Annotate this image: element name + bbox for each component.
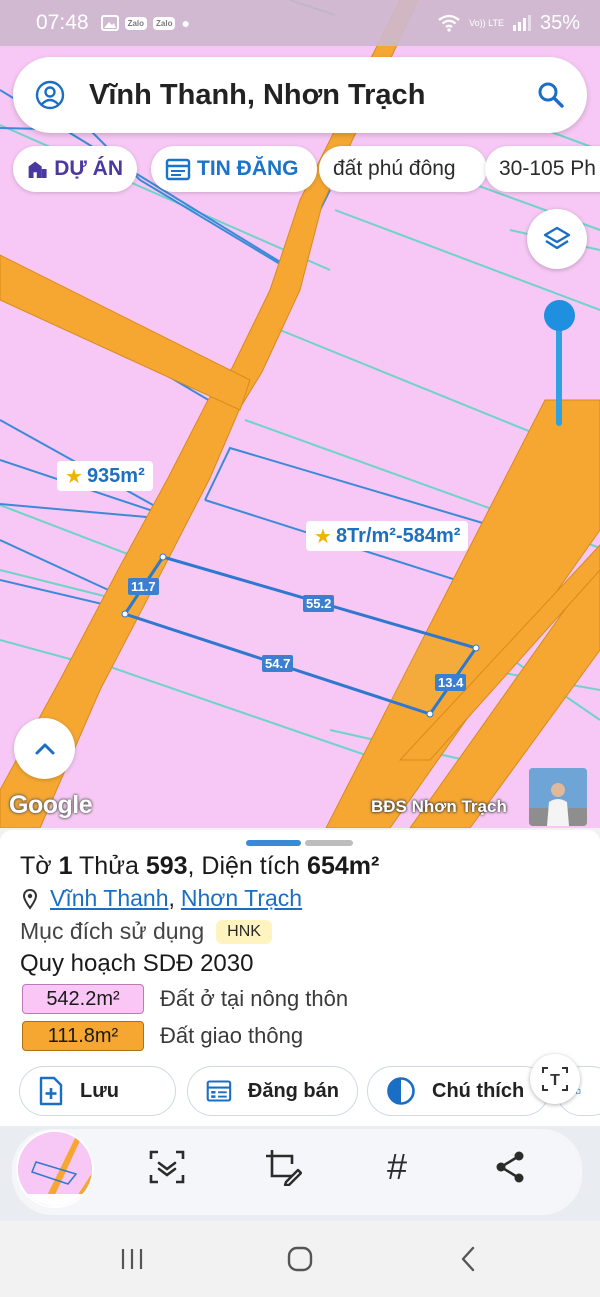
avatar[interactable] — [529, 768, 587, 826]
calendar-list-icon — [165, 158, 191, 181]
purpose-badge: HNK — [216, 919, 272, 944]
layers-icon — [543, 226, 571, 250]
edit-crop-button[interactable] — [262, 1146, 304, 1188]
area-item: 542.2m² Đất ở tại nông thôn — [22, 984, 348, 1014]
to-label: Tờ — [20, 852, 52, 880]
wifi-icon — [438, 14, 460, 32]
back-button[interactable] — [448, 1239, 488, 1279]
post-sale-button-label: Đăng bán — [247, 1079, 339, 1102]
recents-button[interactable] — [112, 1239, 152, 1279]
search-bar[interactable]: Vĩnh Thanh, Nhơn Trạch — [13, 57, 587, 133]
share-button[interactable] — [489, 1146, 531, 1188]
location-separator: , — [168, 885, 175, 911]
hashtag-button[interactable]: # — [376, 1146, 418, 1188]
legend-button-label: Chú thích — [432, 1079, 525, 1102]
map-tag-area[interactable]: ★ 935m² — [57, 461, 153, 491]
signal-icon — [512, 15, 531, 31]
save-button-label: Lưu — [80, 1079, 119, 1102]
sheet-handle-inactive[interactable] — [305, 840, 353, 846]
chip-du-an-label: DỰ ÁN — [54, 157, 123, 180]
half-circle-icon — [387, 1077, 415, 1105]
home-icon — [287, 1246, 313, 1272]
map-tag-price[interactable]: ★ 8Tr/m²-584m² — [306, 521, 469, 551]
save-button[interactable]: Lưu — [19, 1066, 176, 1116]
scan-text-icon — [149, 1150, 185, 1184]
expand-up-button[interactable] — [14, 718, 75, 779]
sheet-handle-active[interactable] — [246, 840, 301, 846]
filter-chips: DỰ ÁN TIN ĐĂNG đất phú đông 30-105 Ph — [13, 146, 600, 194]
google-logo: Google — [9, 791, 93, 819]
purpose-label: Mục đích sử dụng — [20, 918, 205, 944]
chip-search-history-1-label: đất phú đông — [333, 157, 456, 180]
chip-tin-dang[interactable]: TIN ĐĂNG — [151, 146, 317, 192]
chevron-up-icon — [35, 743, 54, 754]
area-item: 111.8m² Đất giao thông — [22, 1021, 303, 1051]
chip-search-history-2[interactable]: 30-105 Ph — [485, 146, 600, 192]
status-time: 07:48 — [36, 11, 89, 34]
opacity-slider-track[interactable] — [556, 316, 562, 426]
edge-measure-left: 11.7 — [128, 578, 159, 595]
more-notifications-dot: ● — [181, 15, 190, 31]
chip-search-history-1[interactable]: đất phú đông — [319, 146, 487, 192]
map-watermark: BĐS Nhơn Trạch — [371, 797, 507, 816]
search-icon[interactable] — [537, 81, 565, 109]
share-icon — [496, 1151, 524, 1183]
building-icon — [28, 161, 47, 178]
plan-title: Quy hoạch SDĐ 2030 — [20, 950, 254, 977]
edit-crop-icon — [266, 1150, 302, 1186]
map-tag-area-label: 935m² — [86, 464, 145, 487]
chip-du-an[interactable]: DỰ ÁN — [13, 146, 137, 192]
district-link[interactable]: Nhơn Trạch — [181, 885, 302, 912]
edge-measure-bottom: 54.7 — [262, 655, 294, 672]
location-pin-icon — [22, 888, 38, 910]
chip-tin-dang-label: TIN ĐĂNG — [197, 157, 299, 180]
star-icon: ★ — [314, 525, 332, 548]
user-circle-icon[interactable] — [35, 80, 65, 110]
gallery-icon — [100, 15, 119, 31]
add-doc-icon — [39, 1076, 63, 1106]
chip-search-history-2-label: 30-105 Ph — [499, 157, 596, 180]
area-value: 654m² — [307, 852, 380, 880]
zalo-notification-icon: Zalo — [153, 16, 176, 30]
back-icon — [461, 1246, 475, 1272]
status-right-group: Vo)) LTE 35% — [437, 12, 580, 35]
battery-percent: 35% — [539, 11, 580, 34]
screenshot-thumbnail[interactable] — [16, 1130, 94, 1208]
area-type-label: Đất ở tại nông thôn — [160, 986, 349, 1011]
thua-label: Thửa — [79, 852, 139, 880]
text-button-letter: T — [550, 1072, 560, 1089]
layers-button[interactable] — [527, 209, 587, 269]
recents-icon — [121, 1249, 143, 1269]
search-query[interactable]: Vĩnh Thanh, Nhơn Trạch — [89, 79, 537, 112]
extract-text-button[interactable]: T — [530, 1054, 580, 1104]
system-nav-bar — [0, 1221, 600, 1297]
listing-icon — [206, 1080, 232, 1102]
to-value: 1 — [58, 852, 73, 880]
map-tag-price-label: 8Tr/m²-584m² — [335, 524, 461, 547]
zalo-notification-icon: Zalo — [124, 16, 148, 30]
legend-button[interactable]: Chú thích — [367, 1066, 549, 1116]
star-icon: ★ — [65, 465, 83, 488]
edge-measure-top: 55.2 — [303, 595, 335, 612]
scan-text-button[interactable] — [146, 1146, 188, 1188]
text-select-icon: T — [542, 1067, 568, 1091]
parcel-title: Tờ 1 Thửa 593, Diện tích 654m² — [20, 852, 379, 881]
area-type-label: Đất giao thông — [160, 1023, 304, 1048]
person-photo-icon — [529, 768, 587, 826]
land-purpose-row: Mục đích sử dụng HNK — [20, 918, 272, 945]
area-value-box: 111.8m² — [22, 1021, 144, 1051]
post-sale-button[interactable]: Đăng bán — [187, 1066, 358, 1116]
home-button[interactable] — [280, 1239, 320, 1279]
parcel-info-sheet[interactable]: Tờ 1 Thửa 593, Diện tích 654m² Vĩnh Than… — [0, 830, 600, 1126]
volte-label: Vo)) LTE — [469, 17, 504, 28]
edge-measure-right: 13.4 — [435, 674, 467, 691]
area-value-box: 542.2m² — [22, 984, 144, 1014]
area-label: , Diện tích — [187, 852, 301, 880]
opacity-slider-knob[interactable] — [544, 300, 575, 331]
thua-value: 593 — [145, 852, 188, 880]
action-buttons: Lưu Đăng bán Chú thích — [0, 1066, 600, 1118]
status-bar: 07:48 Zalo Zalo ● Vo)) LTE 35% — [0, 0, 600, 46]
location-row: Vĩnh Thanh , Nhơn Trạch — [22, 885, 302, 912]
commune-link[interactable]: Vĩnh Thanh — [50, 885, 169, 912]
